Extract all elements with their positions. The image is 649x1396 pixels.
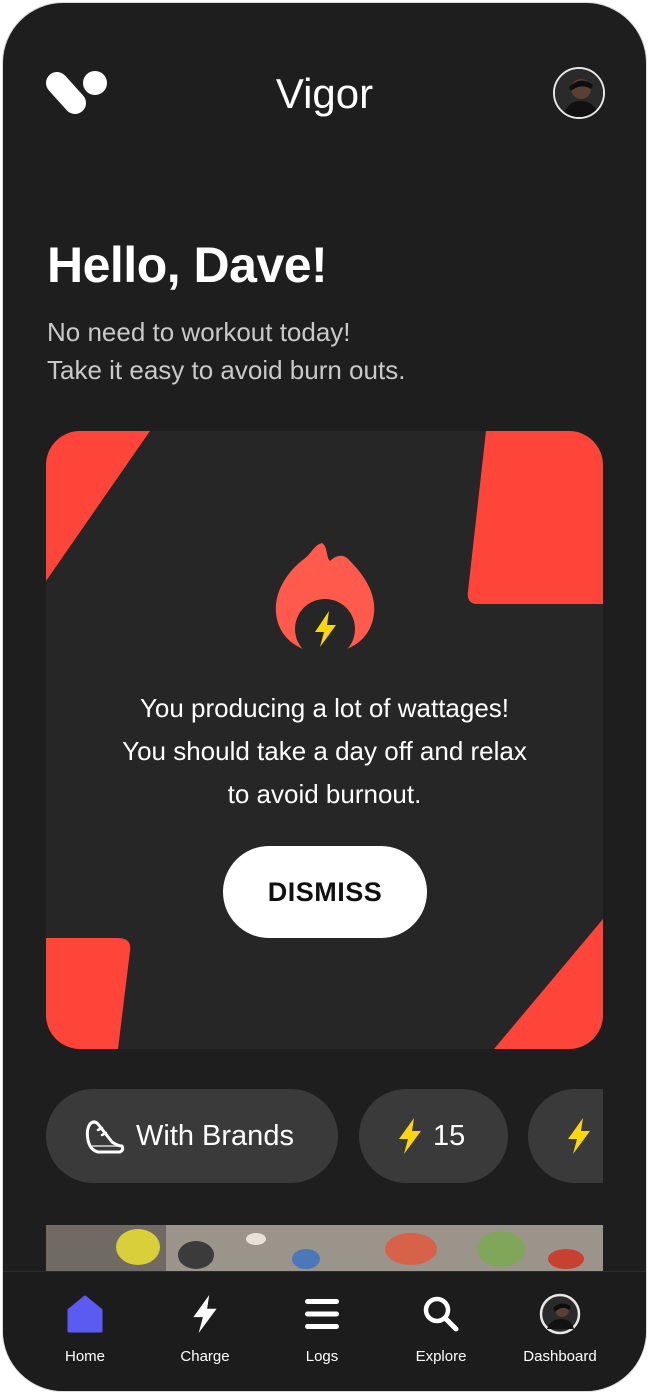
tab-label: Home: [64, 1348, 105, 1365]
chip-label: With Brands: [136, 1119, 294, 1152]
greeting-line: No need to workout today!: [47, 317, 351, 347]
climbing-wall-image: [46, 1225, 603, 1277]
burnout-fire-icon: [275, 543, 375, 653]
bottom-tab-bar: Home Charge Logs Explore Dashboard: [3, 1271, 646, 1391]
workout-photo[interactable]: [46, 1225, 603, 1277]
chip-wattage-2[interactable]: 2: [528, 1089, 603, 1183]
alert-message: You producing a lot of wattages! You sho…: [46, 687, 603, 816]
greeting-line: Take it easy to avoid burn outs.: [47, 355, 406, 385]
alert-line: You should take a day off and relax: [122, 736, 527, 766]
tab-dashboard[interactable]: Dashboard: [500, 1272, 620, 1391]
lightning-icon: [568, 1118, 590, 1154]
chip-wattage-15[interactable]: 15: [359, 1089, 508, 1183]
menu-icon: [305, 1299, 339, 1329]
alert-line: to avoid burnout.: [227, 779, 422, 809]
tab-label: Dashboard: [523, 1348, 597, 1365]
lightning-icon: [193, 1295, 217, 1333]
burnout-alert-card: You producing a lot of wattages! You sho…: [46, 431, 603, 1049]
profile-avatar[interactable]: [553, 67, 605, 119]
tab-home[interactable]: Home: [25, 1272, 145, 1391]
chip-label: 2: [602, 1120, 603, 1153]
phone-screen: Vigor Hello, Dave! No need to workout to…: [3, 3, 646, 1391]
tab-charge[interactable]: Charge: [145, 1272, 265, 1391]
tab-label: Logs: [305, 1348, 339, 1365]
chip-label: 15: [433, 1119, 466, 1152]
app-title: Vigor: [275, 70, 374, 117]
filter-chips: With Brands 15 2: [46, 1089, 603, 1185]
tab-explore[interactable]: Explore: [381, 1272, 501, 1391]
home-icon: [67, 1295, 103, 1333]
search-icon: [423, 1296, 459, 1332]
greeting-title: Hello, Dave!: [47, 237, 328, 293]
tab-label: Charge: [180, 1348, 230, 1365]
app-header: Vigor: [3, 3, 646, 183]
lightning-icon: [399, 1118, 421, 1154]
alert-line: You producing a lot of wattages!: [139, 693, 510, 723]
dismiss-button[interactable]: DISMISS: [223, 846, 427, 938]
tab-logs[interactable]: Logs: [262, 1272, 382, 1391]
avatar-icon: [539, 1293, 581, 1335]
greeting-subtitle: No need to workout today! Take it easy t…: [47, 313, 405, 389]
avatar-photo: [555, 69, 603, 117]
tab-label: Explore: [415, 1348, 467, 1365]
shoe-icon: [85, 1120, 125, 1154]
chip-with-brands[interactable]: With Brands: [46, 1089, 338, 1183]
